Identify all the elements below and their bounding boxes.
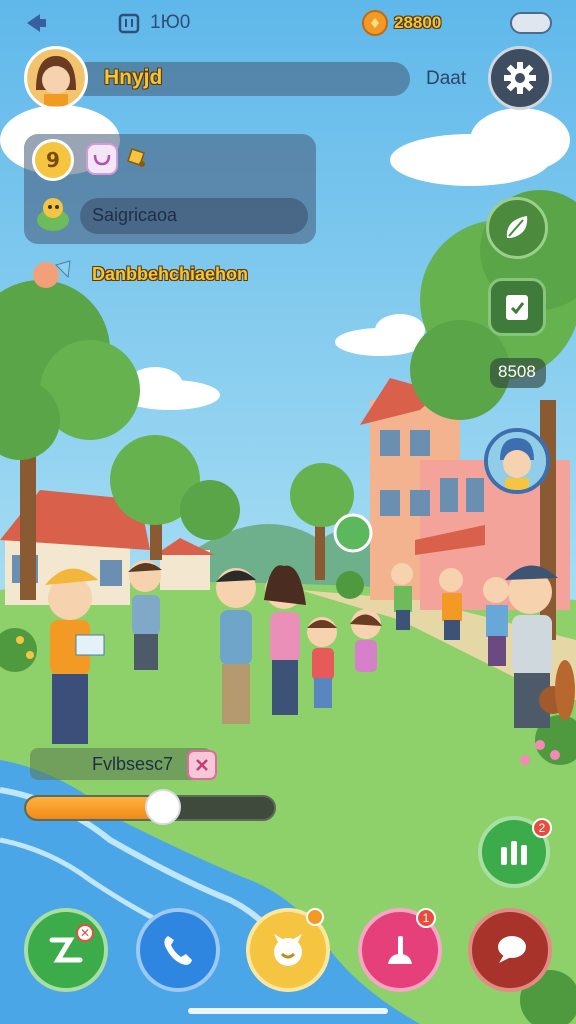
- close-mini-icon: ✕: [76, 924, 94, 942]
- face-icon: [274, 934, 302, 966]
- chat-button[interactable]: 1: [358, 908, 442, 992]
- close-icon[interactable]: [187, 750, 217, 780]
- status-number: 1Ю0: [150, 12, 191, 33]
- level-badge-digit: 9: [46, 148, 60, 172]
- back-icon[interactable]: [24, 10, 50, 36]
- npc-portrait[interactable]: [484, 428, 550, 494]
- leaf-icon: [506, 216, 528, 238]
- quest-icon[interactable]: [30, 257, 74, 293]
- map-nav-button[interactable]: ✕: [24, 908, 108, 992]
- calendar-icon[interactable]: [118, 12, 140, 34]
- smile-icon[interactable]: [86, 143, 118, 175]
- clipboard-icon: [506, 295, 528, 320]
- speech-button[interactable]: [468, 908, 552, 992]
- turtle-icon: [32, 194, 74, 236]
- phone-icon: [164, 936, 192, 965]
- player-name: Hnyjd: [104, 66, 163, 89]
- gear-icon: [504, 62, 536, 94]
- coin-icon: [362, 10, 388, 36]
- progress-handle[interactable]: [144, 789, 181, 825]
- panel-row-label: Saigricaoa: [92, 205, 178, 225]
- right-counter-value: 8508: [498, 362, 536, 381]
- stats-button[interactable]: 2: [478, 816, 552, 888]
- call-button[interactable]: [136, 908, 220, 992]
- pet-dot: [306, 908, 324, 926]
- bar-chart-icon: [501, 841, 527, 865]
- quest-text: Danbbehchiaehon: [92, 264, 249, 284]
- bell-icon[interactable]: [122, 143, 150, 171]
- progress-fill: [26, 797, 165, 819]
- currency-amount: 28800: [394, 13, 442, 32]
- currency-toggle[interactable]: [510, 12, 552, 34]
- speech-bubble-icon: [498, 936, 526, 963]
- map-button[interactable]: [486, 197, 548, 259]
- avatar[interactable]: [24, 46, 88, 110]
- player-side-label: Daat: [426, 68, 467, 89]
- quest-log-button[interactable]: [488, 278, 546, 336]
- home-indicator[interactable]: [188, 1008, 388, 1014]
- stats-badge: 2: [532, 818, 552, 838]
- pet-button[interactable]: [246, 908, 330, 992]
- progress-label: Fvlbsesc7: [92, 754, 174, 774]
- chat-badge: 1: [416, 908, 436, 928]
- level-badge[interactable]: 9: [32, 139, 74, 181]
- pin-icon: [388, 936, 412, 964]
- settings-button[interactable]: [488, 46, 552, 110]
- currency-bar[interactable]: 28800: [362, 10, 552, 38]
